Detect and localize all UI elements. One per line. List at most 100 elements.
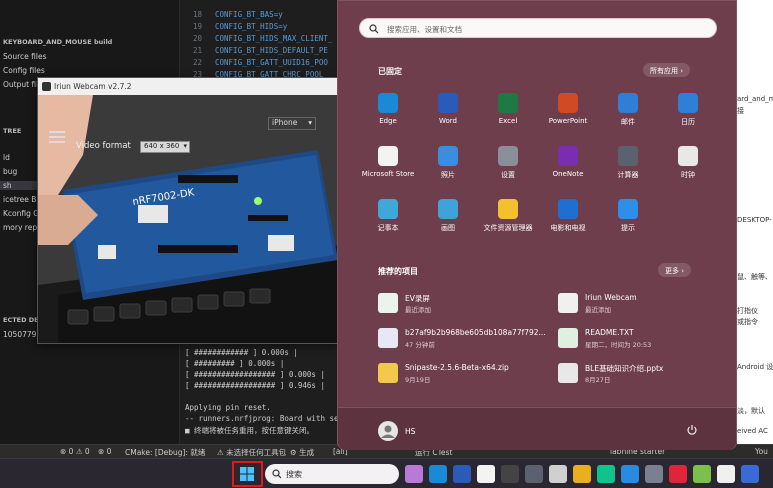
pinned-app-提示[interactable]: 提示 [598,199,658,243]
pinned-app-照片[interactable]: 照片 [418,146,478,190]
sidebar-item[interactable]: icetree Bo [0,195,41,204]
start-button[interactable] [232,461,263,487]
sidebar-item[interactable]: Kconfig G [0,209,39,218]
colorful-app-icon[interactable] [693,465,711,483]
code-line[interactable]: CONFIG_BT_BAS=y [215,10,283,19]
app-icon [438,146,458,166]
pinned-app-Excel[interactable]: Excel [478,93,538,137]
terminal-line: ■ 终端将被任务重用，按任意键关闭。 [185,426,315,435]
side-panel-text: ard_and_m [737,95,773,103]
wechat-icon[interactable] [597,465,615,483]
recommended-item[interactable]: b27af9b2b968be605db108a77f792... 47 分钟前 [378,326,548,356]
side-panel-text: 接 [737,107,744,115]
sidebar-item[interactable]: bug [0,167,17,176]
code-line[interactable]: CONFIG_BT_GATT_UUID16_POO [215,58,328,67]
recommended-item[interactable]: Snipaste-2.5.6-Beta-x64.zip 9月19日 [378,361,548,391]
search-icon [272,469,282,479]
sidebar-item: TREE [3,127,22,135]
webcam-title-bar[interactable]: Iriun Webcam v2.7.2 [38,78,338,95]
side-panel-text: DESKTOP- [737,216,772,224]
chevron-down-icon: ▾ [183,142,187,150]
store-icon[interactable] [477,465,495,483]
pinned-app-OneNote[interactable]: OneNote [538,146,598,190]
user-avatar[interactable] [378,421,398,441]
recommended-name: EV录屏 [405,294,430,303]
taskbar-search-input[interactable]: 搜索 [265,464,399,484]
pinned-app-时钟[interactable]: 时钟 [658,146,718,190]
pinned-app-文件资源管理器[interactable]: 文件资源管理器 [478,199,538,243]
all-apps-button[interactable]: 所有应用 › [643,63,691,77]
app-icon [438,93,458,113]
pinned-app-邮件[interactable]: 邮件 [598,93,658,137]
calendar-icon[interactable] [549,465,567,483]
pinned-app-Edge[interactable]: Edge [358,93,418,137]
pinned-app-日历[interactable]: 日历 [658,93,718,137]
pinned-app-Word[interactable]: Word [418,93,478,137]
webcam-video-feed: nRF7002-DK iPhone ▾ Video format 640 x 36… [38,95,338,343]
status-item[interactable]: You [755,447,768,456]
side-document-panel: ard_and_m 接 DESKTOP- 鼠、触等、 打指仪 或指令 Android 设淡，… [737,0,773,444]
power-icon[interactable] [686,424,698,436]
vscode-terminal[interactable]: [ ############ ] 0.000s | [ ######### ] 0… [180,340,343,444]
sidebar-item[interactable]: mory repo [0,223,42,232]
sidebar-item[interactable]: 10507792 [0,330,41,339]
status-item[interactable]: ⊗ 0 ⚠ 0 [60,447,90,456]
terminal-line: [ ################## ] 0.946s | [185,381,325,390]
iriun-webcam-window[interactable]: Iriun Webcam v2.7.2 nRF7002-DK iPhone▾ [37,77,339,344]
app-icon [558,146,578,166]
chrome-icon[interactable] [573,465,591,483]
sidebar-item[interactable]: ld [0,153,10,162]
sidebar-item[interactable]: Config files [0,66,45,75]
word-icon[interactable] [453,465,471,483]
camera-image: nRF7002-DK [38,95,338,343]
user-icon[interactable] [741,465,759,483]
user-name[interactable]: HS [405,427,415,436]
recommended-name: README.TXT [585,328,634,337]
status-item[interactable]: ⚙ 生成 [290,447,314,458]
recommended-item[interactable]: README.TXT 星期二，时间为 20:53 [558,326,728,356]
file-icon [558,293,578,313]
recommended-item[interactable]: BLE基础知识介绍.pptx 8月27日 [558,361,728,391]
pinned-app-画图[interactable]: 画图 [418,199,478,243]
start-search-input[interactable]: 搜索应用、设置和文档 [359,18,717,38]
sidebar-item[interactable]: Source files [0,52,46,61]
edge-icon[interactable] [429,465,447,483]
camera-device-dropdown[interactable]: iPhone ▾ [268,117,316,130]
recommended-name: b27af9b2b968be605db108a77f792... [405,328,546,337]
settings-icon[interactable] [645,465,663,483]
app-label: 时钟 [681,171,695,179]
pinned-app-计算器[interactable]: 计算器 [598,146,658,190]
pinned-app-设置[interactable]: 设置 [478,146,538,190]
side-panel-text: eived AC [737,427,768,435]
search-placeholder: 搜索应用、设置和文档 [387,25,462,34]
app-icon [498,93,518,113]
recommended-item[interactable]: Iriun Webcam 最近添加 [558,291,728,321]
recommended-item[interactable]: EV录屏 最近添加 [378,291,548,321]
code-line[interactable]: CONFIG_BT_HIDS_MAX_CLIENT_ [215,34,332,43]
status-item[interactable]: ⚠ 未选择任何工具包 [217,447,286,458]
pinned-app-Microsoft Store[interactable]: Microsoft Store [358,146,418,190]
pinned-app-电影和电视[interactable]: 电影和电视 [538,199,598,243]
vscode-icon[interactable] [621,465,639,483]
side-panel-text: 打指仪 [737,307,758,315]
pinned-app-PowerPoint[interactable]: PowerPoint [538,93,598,137]
app-icon[interactable] [501,465,519,483]
webcam-window-title: Iriun Webcam v2.7.2 [54,82,132,91]
webcam-icon[interactable] [717,465,735,483]
more-button[interactable]: 更多 › [658,263,692,277]
calculator-icon[interactable] [525,465,543,483]
video-format-dropdown[interactable]: 640 x 360 ▾ [140,141,190,153]
status-item[interactable]: CMake: [Debug]: 就绪 [125,447,205,458]
widgets-icon[interactable] [405,465,423,483]
pinned-app-记事本[interactable]: 记事本 [358,199,418,243]
code-line[interactable]: CONFIG_BT_HIDS_DEFAULT_PE [215,46,328,55]
code-line[interactable]: CONFIG_BT_HIDS=y [215,22,287,31]
status-item[interactable]: ⊗ 0 [98,447,111,456]
start-menu[interactable]: 搜索应用、设置和文档 已固定 所有应用 › Edge Word Excel Power… [337,0,737,450]
menu-icon[interactable] [49,131,65,143]
app-icon [678,93,698,113]
video-format-label: Video format [76,141,131,151]
youdao-icon[interactable] [669,465,687,483]
app-icon [498,199,518,219]
sidebar-item: KEYBOARD_AND_MOUSE build [3,38,113,46]
